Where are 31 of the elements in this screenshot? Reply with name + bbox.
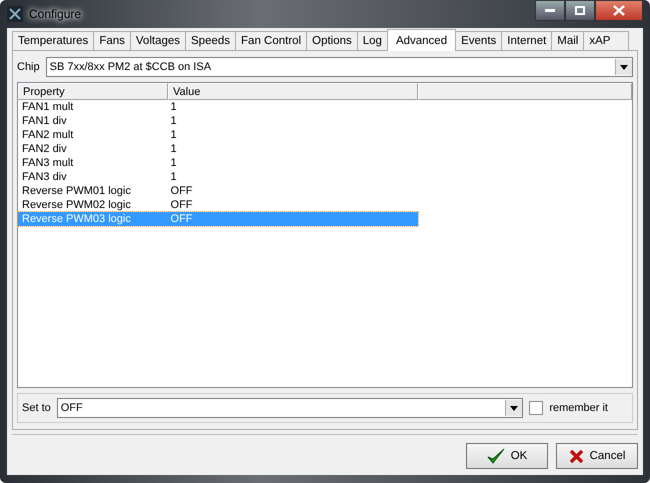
list-row[interactable]: Reverse PWM02 logic OFF <box>18 198 418 212</box>
list-row[interactable]: FAN2 mult 1 <box>18 128 418 142</box>
column-header[interactable]: Value <box>168 83 418 100</box>
list-row[interactable]: FAN1 mult 1 <box>18 100 418 114</box>
maximize-button[interactable] <box>565 0 595 21</box>
chip-label: Chip <box>17 61 40 73</box>
remember-checkbox[interactable] <box>529 401 544 415</box>
list-row[interactable]: FAN1 div 1 <box>18 114 418 128</box>
close-icon <box>613 5 625 16</box>
list-row[interactable]: FAN3 div 1 <box>18 170 418 184</box>
list-row[interactable]: Reverse PWM01 logic OFF <box>18 184 418 198</box>
chip-dropdown[interactable]: SB 7xx/8xx PM2 at $CCB on ISA <box>46 57 633 77</box>
set-to-label: Set to <box>22 402 51 414</box>
minimize-button[interactable] <box>535 0 565 21</box>
tab[interactable]: Advanced <box>386 29 456 51</box>
app-icon <box>7 6 23 22</box>
cancel-button[interactable]: Cancel <box>556 443 638 469</box>
close-button[interactable] <box>595 0 643 21</box>
list-row[interactable]: FAN2 div 1 <box>18 142 418 156</box>
tab[interactable]: Temperatures <box>12 31 94 50</box>
remember-label: remember it <box>549 402 609 414</box>
ok-button[interactable]: OK <box>466 443 548 469</box>
list-row[interactable]: FAN3 mult 1 <box>18 156 418 170</box>
column-header[interactable]: Property <box>18 83 168 100</box>
maximize-icon <box>575 6 585 15</box>
cross-icon <box>568 448 584 464</box>
checkmark-icon <box>486 448 505 464</box>
tab[interactable]: xAP <box>583 31 630 50</box>
value-dropdown[interactable]: OFF <box>56 398 524 418</box>
window-title: Configure <box>29 7 82 21</box>
minimize-icon <box>545 8 555 12</box>
